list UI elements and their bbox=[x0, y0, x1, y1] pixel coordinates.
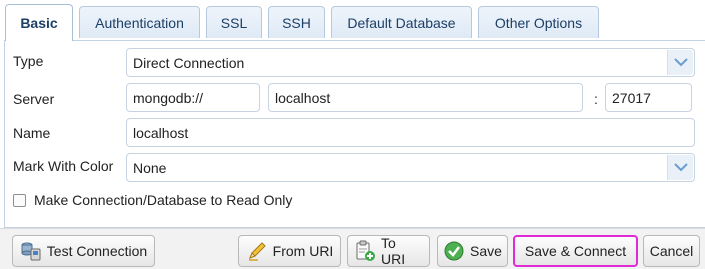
cancel-button[interactable]: Cancel bbox=[643, 235, 700, 267]
save-label: Save bbox=[470, 243, 502, 259]
readonly-checkbox[interactable] bbox=[13, 194, 26, 207]
type-select-value: Direct Connection bbox=[133, 54, 245, 71]
tab-authentication[interactable]: Authentication bbox=[79, 6, 200, 38]
to-uri-button[interactable]: To URI bbox=[347, 235, 430, 267]
database-connection-icon bbox=[20, 240, 42, 262]
server-scheme-field[interactable]: mongodb:// bbox=[126, 83, 260, 112]
chevron-down-icon bbox=[667, 50, 693, 75]
checkmark-circle-icon bbox=[443, 240, 465, 262]
readonly-label: Make Connection/Database to Read Only bbox=[34, 192, 293, 208]
pencil-icon bbox=[246, 240, 268, 262]
from-uri-button[interactable]: From URI bbox=[238, 235, 341, 267]
tab-bar: Basic Authentication SSL SSH Default Dat… bbox=[0, 0, 705, 41]
test-connection-label: Test Connection bbox=[46, 243, 148, 259]
tab-other-options[interactable]: Other Options bbox=[478, 6, 599, 38]
save-connect-label: Save & Connect bbox=[524, 243, 627, 259]
mark-color-label: Mark With Color bbox=[13, 158, 114, 174]
test-connection-button[interactable]: Test Connection bbox=[12, 235, 155, 267]
tab-basic[interactable]: Basic bbox=[5, 4, 73, 41]
mark-color-select[interactable]: None bbox=[126, 153, 695, 182]
save-button[interactable]: Save bbox=[437, 235, 508, 267]
chevron-down-icon bbox=[667, 155, 693, 180]
type-select[interactable]: Direct Connection bbox=[126, 48, 695, 77]
save-connect-button[interactable]: Save & Connect bbox=[513, 235, 638, 267]
server-label: Server bbox=[13, 91, 55, 107]
tab-ssh[interactable]: SSH bbox=[268, 6, 325, 38]
name-label: Name bbox=[13, 125, 51, 141]
name-input[interactable]: localhost bbox=[126, 118, 695, 147]
mark-color-value: None bbox=[133, 159, 167, 176]
type-label: Type bbox=[13, 53, 44, 69]
tab-default-database[interactable]: Default Database bbox=[331, 6, 472, 38]
port-separator: : bbox=[594, 91, 598, 107]
cancel-label: Cancel bbox=[649, 243, 694, 259]
from-uri-label: From URI bbox=[272, 243, 334, 259]
server-host-input[interactable]: localhost bbox=[268, 83, 583, 112]
clipboard-add-icon bbox=[354, 240, 376, 262]
to-uri-label: To URI bbox=[381, 235, 406, 267]
server-port-input[interactable]: 27017 bbox=[605, 83, 692, 112]
tab-ssl[interactable]: SSL bbox=[206, 6, 262, 38]
